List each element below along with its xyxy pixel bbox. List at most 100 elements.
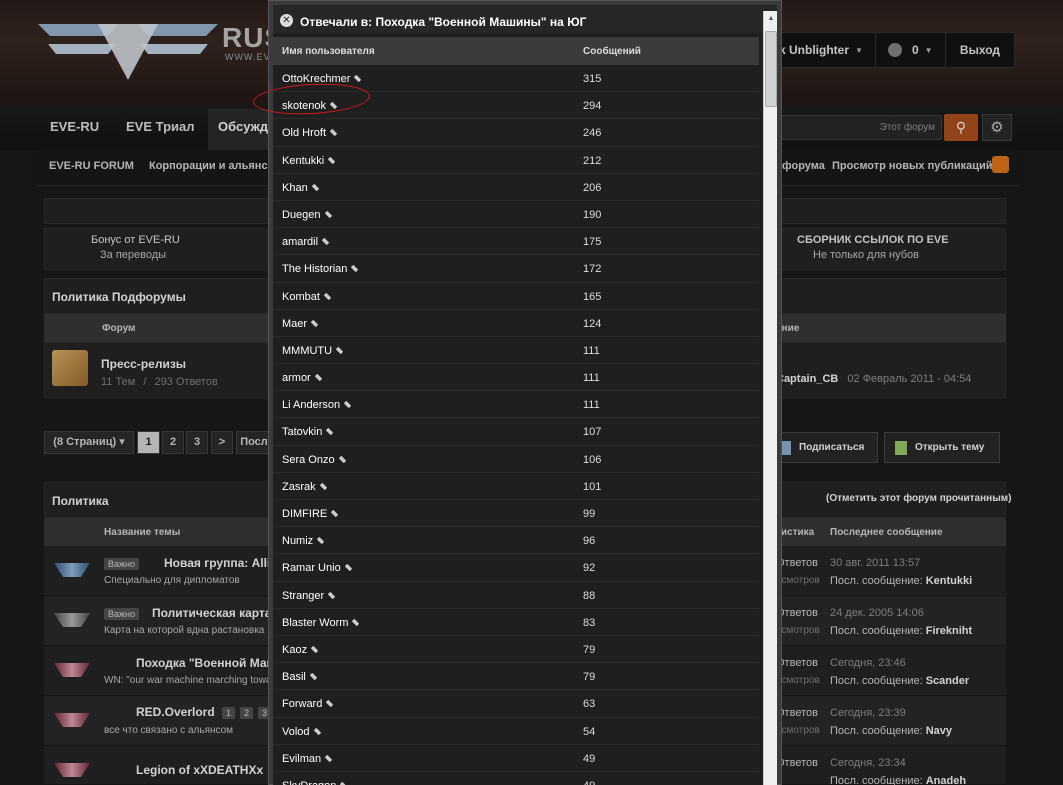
poster-name-text[interactable]: DIMFIRE [282,508,327,520]
poster-name[interactable]: Ramar Unio [282,562,352,574]
poster-name[interactable]: Volod [282,726,321,738]
poster-name[interactable]: Old Hroft [282,127,338,139]
user-card-icon[interactable] [327,156,336,164]
poster-name[interactable]: Sera Onzo [282,454,346,466]
list-item: Maer 124 [273,309,759,337]
poster-name-text[interactable]: Old Hroft [282,127,326,139]
list-item: Kombat 165 [273,282,759,310]
list-item: Blaster Worm 83 [273,608,759,636]
poster-name-text[interactable]: Forward [282,698,322,710]
poster-name[interactable]: Kentukki [282,155,336,167]
user-card-icon[interactable] [310,319,319,327]
user-card-icon[interactable] [331,509,339,518]
user-card-icon[interactable] [311,183,319,191]
list-item: The Historian 172 [273,255,759,283]
user-card-icon[interactable] [309,672,318,681]
poster-name-text[interactable]: Tatovkin [282,426,322,438]
poster-name[interactable]: Maer [282,318,319,330]
scrollbar[interactable]: ▲ [763,11,777,785]
poster-name-text[interactable]: Duegen [282,209,321,221]
poster-name-text[interactable]: armor [282,372,311,384]
post-count: 49 [583,752,596,765]
user-card-icon[interactable] [329,129,338,137]
user-card-icon[interactable] [310,645,319,654]
poster-name-text[interactable]: Ramar Unio [282,562,341,574]
poster-name-text[interactable]: Li Anderson [282,399,340,411]
user-card-icon[interactable] [324,754,333,762]
user-card-icon[interactable] [321,237,330,246]
poster-name[interactable]: Stranger [282,590,336,602]
post-count: 79 [583,643,596,656]
poster-name[interactable]: Evilman [282,753,333,765]
list-item: amardil 175 [273,228,759,256]
poster-name[interactable]: SkyDragon [282,780,348,785]
poster-name-text[interactable]: Zasrak [282,481,316,493]
user-card-icon[interactable] [316,536,325,545]
poster-name-text[interactable]: Volod [282,726,310,738]
poster-name[interactable]: Zasrak [282,481,327,493]
poster-name-text[interactable]: Evilman [282,753,321,765]
post-count: 315 [583,73,602,85]
poster-name-text[interactable]: Maer [282,318,307,330]
user-card-icon[interactable] [327,591,336,599]
user-card-icon[interactable] [338,455,346,463]
poster-name[interactable]: amardil [282,236,330,248]
list-item: MMMUTU 111 [273,336,759,365]
user-card-icon[interactable] [313,727,321,735]
poster-name[interactable]: Blaster Worm [282,617,360,629]
col-username: Имя пользователя [282,46,375,57]
scroll-thumb[interactable] [765,31,777,107]
poster-name-text[interactable]: Sera Onzo [282,454,335,466]
list-item: SkyDragon 49 [273,771,759,785]
poster-name[interactable]: Duegen [282,209,332,221]
col-post-count: Сообщений [583,46,641,57]
user-card-icon[interactable] [343,401,352,409]
post-count: 111 [583,344,600,357]
poster-name-text[interactable]: The Historian [282,263,347,275]
poster-name-text[interactable]: Basil [282,671,306,683]
poster-name[interactable]: Basil [282,671,318,683]
poster-list: OttoKrechmer 315 skotenok 294 Old Hroft 246 Ke… [273,65,759,785]
user-card-icon[interactable] [344,564,352,572]
user-card-icon[interactable] [324,210,332,219]
poster-name-text[interactable]: Kaoz [282,644,307,656]
post-count: 101 [583,480,602,493]
poster-name-text[interactable]: MMMUTU [282,345,332,357]
user-card-icon[interactable] [319,482,327,491]
user-card-icon[interactable] [352,618,360,626]
poster-name[interactable]: Tatovkin [282,426,334,438]
user-card-icon[interactable] [351,265,359,273]
user-card-icon[interactable] [354,74,362,83]
post-count: 49 [583,780,595,785]
list-item: Tatovkin 107 [273,418,759,446]
poster-name-text[interactable]: Kombat [282,291,320,303]
poster-name[interactable]: armor [282,372,322,384]
poster-name-text[interactable]: Kentukki [282,155,324,167]
poster-name-text[interactable]: amardil [282,236,318,248]
list-item: Ramar Unio 92 [273,554,759,582]
poster-name[interactable]: Kaoz [282,644,319,656]
poster-name[interactable]: Forward [282,698,334,710]
user-card-icon[interactable] [326,700,334,708]
poster-name[interactable]: The Historian [282,263,359,275]
poster-name-text[interactable]: Stranger [282,590,324,602]
poster-name-text[interactable]: Blaster Worm [282,617,348,629]
user-card-icon[interactable] [323,292,332,300]
post-count: 111 [583,372,600,385]
poster-name[interactable]: Kombat [282,291,332,303]
poster-name[interactable]: Li Anderson [282,399,352,411]
poster-name-text[interactable]: Numiz [282,535,313,547]
list-item: Kentukki 212 [273,146,759,174]
user-card-icon[interactable] [326,428,334,436]
poster-name[interactable]: Numiz [282,535,325,547]
scroll-up-icon[interactable]: ▲ [764,11,778,27]
poster-name-text[interactable]: Khan [282,182,308,194]
user-card-icon[interactable] [314,373,322,382]
poster-name-text[interactable]: SkyDragon [282,780,336,785]
user-card-icon[interactable] [340,781,348,785]
user-card-icon[interactable] [335,346,344,355]
close-icon[interactable]: ✕ [280,14,293,27]
poster-name[interactable]: MMMUTU [282,345,344,357]
poster-name[interactable]: Khan [282,182,319,194]
poster-name[interactable]: DIMFIRE [282,508,339,520]
